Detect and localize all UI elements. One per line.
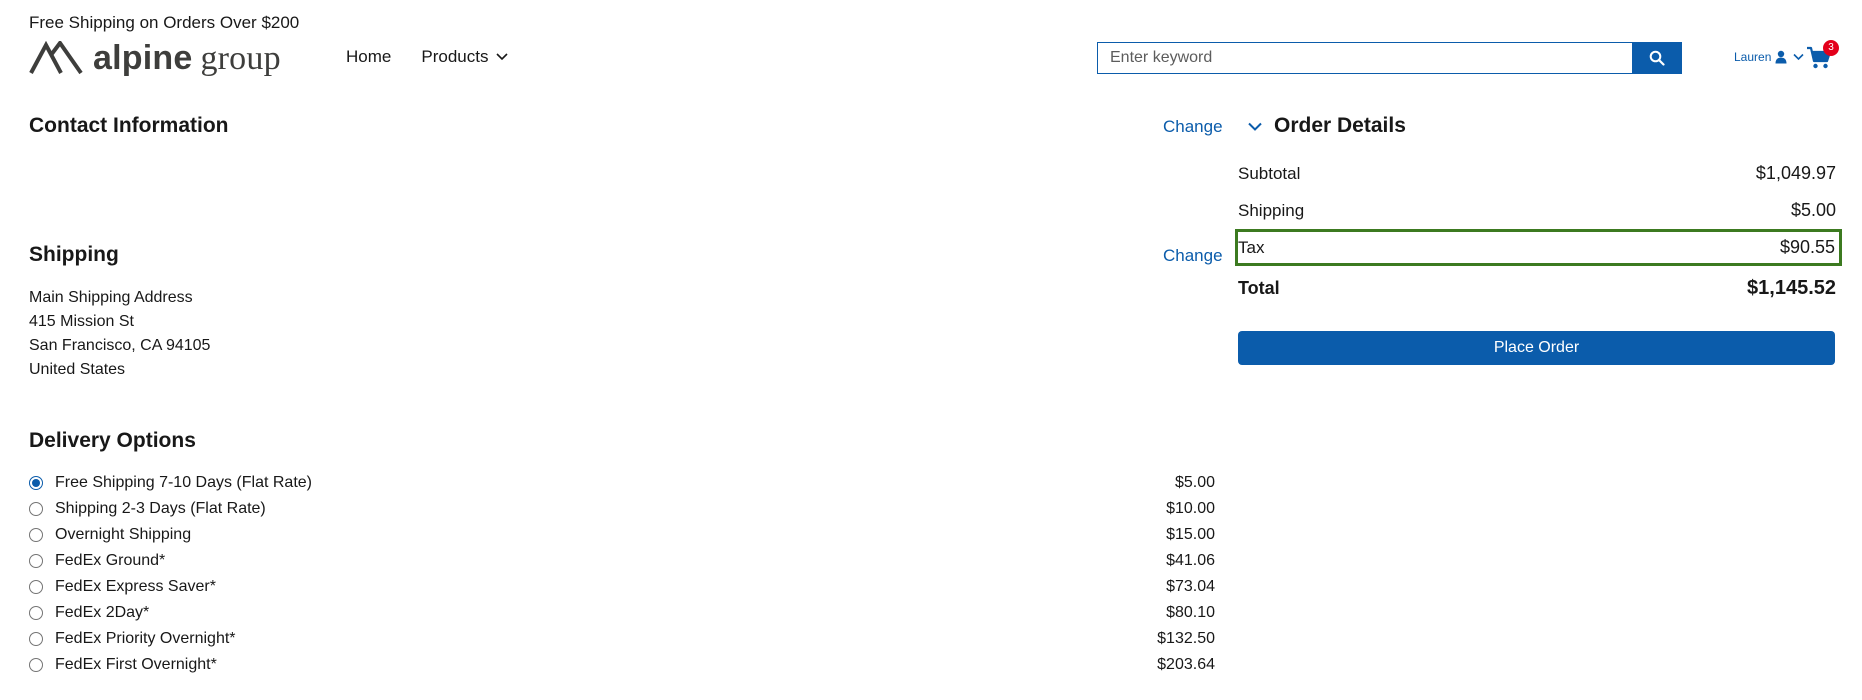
total-row: Total $1,145.52 bbox=[1238, 270, 1836, 307]
radio-button[interactable] bbox=[29, 502, 43, 516]
subtotal-row: Subtotal $1,049.97 bbox=[1238, 155, 1836, 192]
delivery-option[interactable]: FedEx Express Saver* $73.04 bbox=[29, 574, 1215, 600]
search-input[interactable] bbox=[1098, 43, 1632, 73]
delivery-option-label: FedEx Ground* bbox=[55, 552, 166, 569]
delivery-option-price: $10.00 bbox=[1166, 500, 1215, 517]
place-order-button[interactable]: Place Order bbox=[1238, 331, 1835, 365]
delivery-option-label: Shipping 2-3 Days (Flat Rate) bbox=[55, 500, 266, 517]
radio-button[interactable] bbox=[29, 632, 43, 646]
tax-row: Tax $90.55 bbox=[1235, 229, 1842, 266]
delivery-option-price: $5.00 bbox=[1174, 474, 1215, 491]
address-line: 415 Mission St bbox=[29, 313, 134, 330]
chevron-down-icon bbox=[1793, 53, 1804, 61]
cart-button[interactable]: 3 bbox=[1806, 40, 1839, 72]
delivery-option-price: $41.06 bbox=[1166, 552, 1215, 569]
delivery-options-list: Free Shipping 7-10 Days (Flat Rate) $5.0… bbox=[29, 470, 1215, 678]
delivery-options-title: Delivery Options bbox=[29, 429, 196, 452]
contact-info-title: Contact Information bbox=[29, 114, 229, 137]
user-icon bbox=[1775, 50, 1787, 64]
radio-button-selected[interactable] bbox=[29, 476, 43, 490]
order-details-title: Order Details bbox=[1274, 114, 1406, 137]
shipping-change-link[interactable]: Change bbox=[1163, 246, 1223, 266]
radio-button[interactable] bbox=[29, 554, 43, 568]
subtotal-label: Subtotal bbox=[1238, 163, 1301, 183]
nav-products-label: Products bbox=[421, 47, 489, 66]
promo-banner: Free Shipping on Orders Over $200 bbox=[29, 13, 300, 32]
nav-home[interactable]: Home bbox=[346, 47, 391, 67]
total-label: Total bbox=[1238, 278, 1280, 298]
address-line: Main Shipping Address bbox=[29, 289, 193, 306]
radio-button[interactable] bbox=[29, 658, 43, 672]
search-bar bbox=[1097, 42, 1682, 74]
user-menu[interactable]: Lauren bbox=[1734, 50, 1804, 64]
shipping-address: Main Shipping Address 415 Mission St San… bbox=[29, 286, 210, 382]
subtotal-value: $1,049.97 bbox=[1755, 163, 1836, 183]
shipping-row: Shipping $5.00 bbox=[1238, 192, 1836, 229]
brand-logo[interactable]: alpine group bbox=[29, 38, 281, 78]
main-nav: Home Products bbox=[346, 47, 538, 67]
logo-wordmark: alpine group bbox=[93, 38, 281, 79]
address-line: United States bbox=[29, 361, 126, 378]
radio-button[interactable] bbox=[29, 580, 43, 594]
delivery-option[interactable]: Free Shipping 7-10 Days (Flat Rate) $5.0… bbox=[29, 470, 1215, 496]
delivery-option[interactable]: FedEx Ground* $41.06 bbox=[29, 548, 1215, 574]
tax-value: $90.55 bbox=[1779, 237, 1835, 257]
nav-products[interactable]: Products bbox=[421, 47, 509, 67]
logo-word-bold: alpine bbox=[93, 38, 193, 77]
search-icon bbox=[1649, 50, 1665, 66]
shipping-label: Shipping bbox=[1238, 200, 1305, 220]
delivery-option-price: $132.50 bbox=[1157, 630, 1215, 647]
shipping-title: Shipping bbox=[29, 243, 119, 266]
delivery-option[interactable]: Shipping 2-3 Days (Flat Rate) $10.00 bbox=[29, 496, 1215, 522]
delivery-option-price: $203.64 bbox=[1157, 656, 1215, 673]
mountain-logo-icon bbox=[29, 41, 83, 75]
shipping-value: $5.00 bbox=[1790, 200, 1836, 220]
user-name: Lauren bbox=[1734, 50, 1772, 64]
delivery-option-price: $15.00 bbox=[1166, 526, 1215, 543]
total-value: $1,145.52 bbox=[1747, 277, 1836, 299]
delivery-option-label: FedEx Express Saver* bbox=[55, 578, 216, 595]
delivery-option[interactable]: FedEx Priority Overnight* $132.50 bbox=[29, 626, 1215, 652]
radio-button[interactable] bbox=[29, 528, 43, 542]
delivery-option-label: FedEx First Overnight* bbox=[55, 656, 217, 673]
search-button[interactable] bbox=[1632, 43, 1681, 73]
delivery-option-label: Overnight Shipping bbox=[55, 526, 192, 543]
delivery-option[interactable]: Overnight Shipping $15.00 bbox=[29, 522, 1215, 548]
delivery-option-price: $73.04 bbox=[1166, 578, 1215, 595]
logo-word-light: group bbox=[200, 39, 281, 77]
delivery-option-label: Free Shipping 7-10 Days (Flat Rate) bbox=[55, 474, 312, 491]
delivery-option-label: FedEx 2Day* bbox=[55, 604, 150, 621]
order-summary: Subtotal $1,049.97 Shipping $5.00 Tax $9… bbox=[1235, 155, 1842, 307]
address-line: San Francisco, CA 94105 bbox=[29, 337, 211, 354]
chevron-down-icon bbox=[1248, 122, 1262, 131]
cart-count-badge: 3 bbox=[1823, 40, 1839, 56]
tax-label: Tax bbox=[1238, 237, 1265, 257]
delivery-option[interactable]: FedEx 2Day* $80.10 bbox=[29, 600, 1215, 626]
order-details-toggle[interactable]: Order Details bbox=[1248, 114, 1406, 138]
contact-change-link[interactable]: Change bbox=[1163, 117, 1223, 137]
delivery-option[interactable]: FedEx First Overnight* $203.64 bbox=[29, 652, 1215, 678]
chevron-down-icon bbox=[496, 53, 509, 61]
delivery-option-price: $80.10 bbox=[1166, 604, 1215, 621]
delivery-option-label: FedEx Priority Overnight* bbox=[55, 630, 236, 647]
radio-button[interactable] bbox=[29, 606, 43, 620]
